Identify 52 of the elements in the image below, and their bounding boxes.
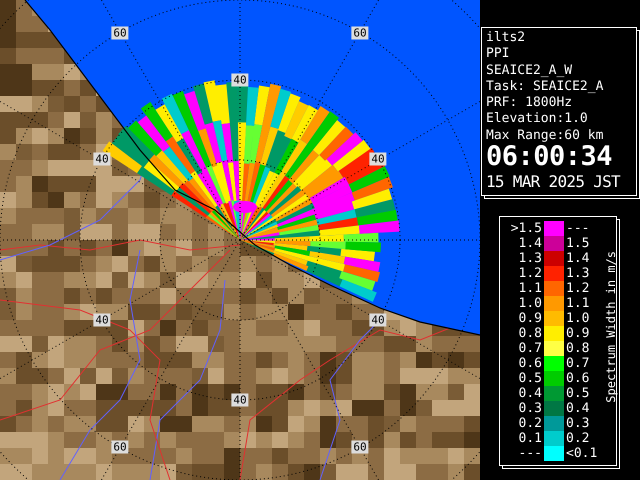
legend-value: 0.6: [518, 356, 542, 372]
legend-value: ---: [518, 446, 542, 462]
legend-value: ---: [566, 221, 590, 236]
info-text: Elevation:1.0: [486, 111, 589, 128]
legend-value: 0.2: [566, 431, 590, 446]
range-label: 60: [351, 26, 369, 40]
legend-value: 0.3: [566, 416, 590, 432]
legend-value: 0.6: [566, 371, 590, 386]
legend-title: Spectrum Width in m/s: [603, 251, 619, 404]
range-label: 40: [93, 152, 111, 166]
range-label: 40: [369, 314, 387, 326]
range-label: 60: [111, 26, 129, 40]
info-text: Max Range:60 km: [486, 128, 604, 144]
legend-value: 0.9: [566, 326, 590, 342]
range-label: 40: [231, 394, 249, 406]
legend-value: 1.4: [566, 251, 590, 266]
legend-value: 1.0: [518, 296, 542, 312]
legend-value: 0.5: [518, 371, 542, 386]
legend-value: 0.2: [518, 416, 542, 432]
legend-value: 1.3: [518, 251, 542, 266]
legend-value: 1.4: [518, 236, 542, 252]
scan-time: 06:00:34: [486, 144, 614, 170]
info-text: PRF: 1800Hz: [486, 95, 574, 112]
range-label: 40: [93, 314, 111, 326]
legend-value: 1.1: [566, 296, 590, 312]
range-label: 60: [351, 440, 369, 454]
legend-value: 0.9: [518, 311, 542, 326]
range-label: 60: [111, 440, 129, 454]
info-text: PPI: [486, 46, 510, 63]
legend-value: 0.1: [518, 431, 542, 446]
legend-value: 1.3: [566, 266, 590, 282]
legend-value: 1.5: [566, 236, 590, 252]
info-text: Task: SEAICE2_A: [486, 78, 604, 96]
legend-value: >1.5: [510, 221, 542, 236]
legend-value: 0.8: [566, 341, 590, 356]
legend-value: 0.4: [566, 401, 590, 416]
range-label: 40: [369, 152, 387, 166]
legend-value: 0.4: [518, 386, 542, 402]
legend-value: 1.0: [566, 311, 590, 326]
legend-value: <0.1: [566, 446, 598, 462]
legend-value: 0.8: [518, 326, 542, 342]
legend-value: 1.2: [518, 266, 542, 282]
legend-value: 0.3: [518, 401, 542, 416]
info-text: SEAICE2_A_W: [486, 62, 574, 79]
scan-date: 15 MAR 2025 JST: [486, 172, 620, 192]
info-text: ilts2: [486, 30, 526, 46]
legend-value: 0.7: [518, 341, 542, 356]
legend-value: 0.5: [566, 386, 590, 402]
legend-value: 1.1: [518, 281, 542, 296]
range-label: 40: [231, 74, 249, 86]
legend-value: 1.2: [566, 281, 590, 296]
legend-value: 0.7: [566, 356, 590, 372]
